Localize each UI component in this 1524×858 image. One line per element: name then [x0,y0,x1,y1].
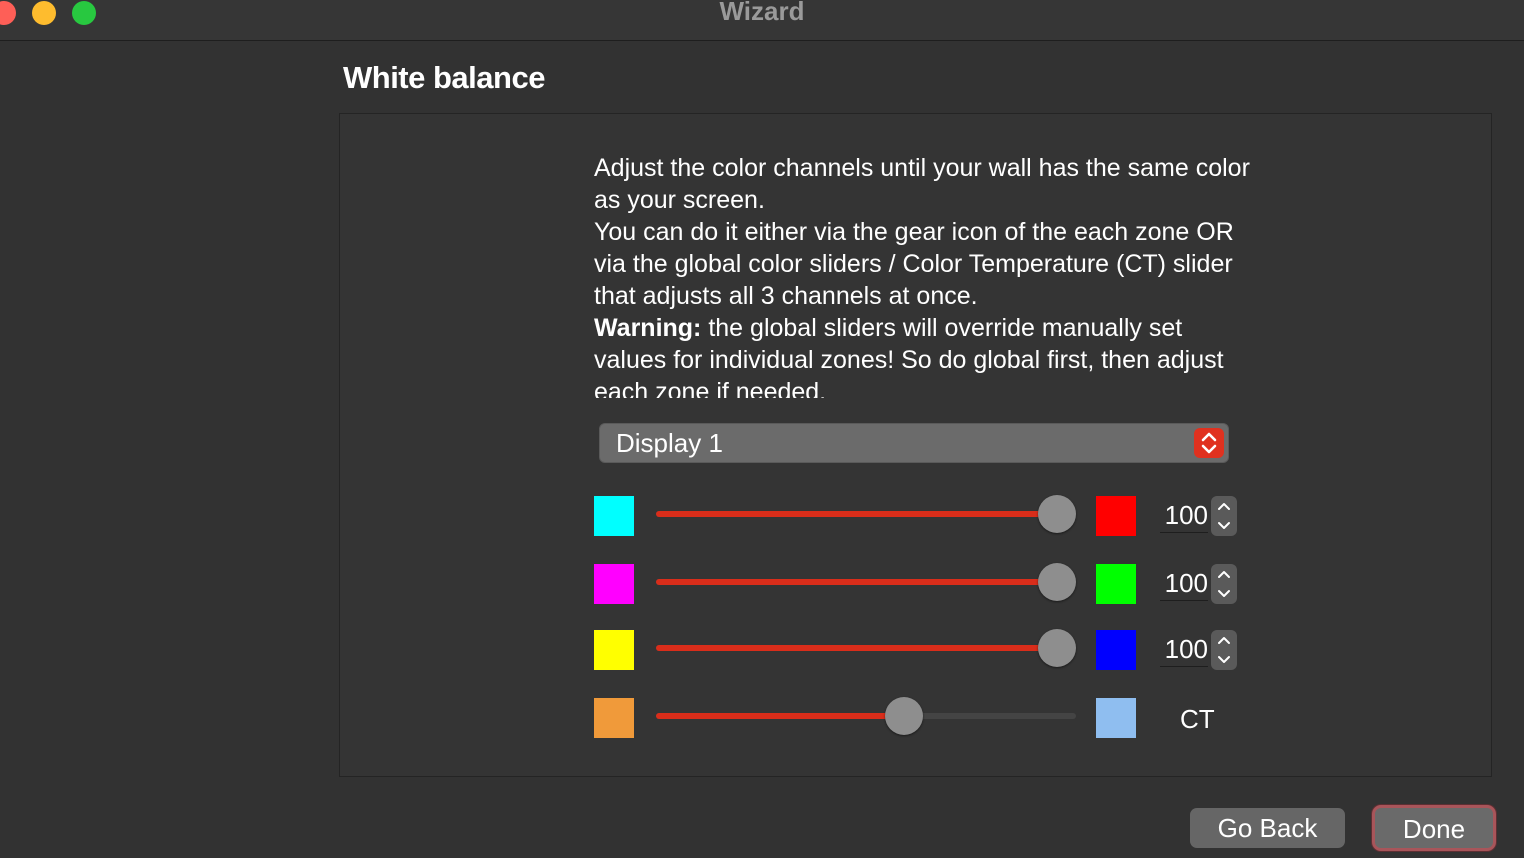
blue-value-field[interactable]: 100 [1160,632,1208,667]
blue-decrement-button[interactable] [1211,650,1237,670]
green-swatch [1096,564,1136,604]
red-slider-fill [656,511,1057,517]
red-stepper[interactable] [1211,496,1237,536]
chevron-down-icon [1218,590,1230,597]
green-slider-track[interactable] [656,563,1076,601]
red-slider-track[interactable] [656,495,1076,533]
red-increment-button[interactable] [1211,496,1237,516]
blue-swatch [1096,630,1136,670]
ct-row: CT [594,697,1254,742]
ct-slider-knob[interactable] [885,697,924,735]
green-slider-knob[interactable] [1038,563,1076,601]
page-title: White balance [343,60,545,95]
ct-label: CT [1180,704,1215,734]
blue-increment-button[interactable] [1211,630,1237,650]
blue-slider-track[interactable] [656,629,1076,667]
instructions-line-1: Adjust the color channels until your wal… [594,154,1250,214]
ct-slider-fill [656,713,905,719]
green-stepper[interactable] [1211,564,1237,604]
warm-swatch [594,698,634,738]
display-select-value: Display 1 [616,428,723,458]
instructions-text: Adjust the color channels until your wal… [594,152,1254,398]
green-slider-fill [656,579,1057,585]
chevron-down-icon [1218,522,1230,529]
window-title: Wizard [719,0,805,26]
ct-slider-track[interactable] [656,697,1076,735]
chevron-down-icon [1218,656,1230,663]
chevron-up-icon [1218,571,1230,578]
yellow-swatch [594,630,634,670]
red-value-field[interactable]: 100 [1160,498,1208,533]
blue-slider-fill [656,645,1057,651]
channel-row-blue: 100 [594,629,1254,674]
instructions-line-2: You can do it either via the gear icon o… [594,218,1234,310]
red-decrement-button[interactable] [1211,516,1237,536]
channel-row-red: 100 [594,495,1254,540]
warning-label: Warning: [594,314,702,342]
red-slider-knob[interactable] [1038,495,1076,533]
blue-slider-knob[interactable] [1038,629,1076,667]
title-bar: Wizard [0,0,1524,41]
green-value-field[interactable]: 100 [1160,566,1208,601]
red-swatch [1096,496,1136,536]
green-decrement-button[interactable] [1211,584,1237,604]
chevron-up-icon [1218,637,1230,644]
cool-swatch [1096,698,1136,738]
select-arrows-icon[interactable] [1194,428,1224,458]
display-select[interactable]: Display 1 [599,423,1229,463]
instructions-warning: Warning: the global sliders will overrid… [594,312,1254,398]
green-increment-button[interactable] [1211,564,1237,584]
cyan-swatch [594,496,634,536]
magenta-swatch [594,564,634,604]
channel-row-green: 100 [594,563,1254,608]
blue-stepper[interactable] [1211,630,1237,670]
chevron-up-down-icon [1201,432,1217,454]
go-back-button[interactable]: Go Back [1190,808,1345,848]
chevron-up-icon [1218,503,1230,510]
done-button[interactable]: Done [1372,805,1496,851]
